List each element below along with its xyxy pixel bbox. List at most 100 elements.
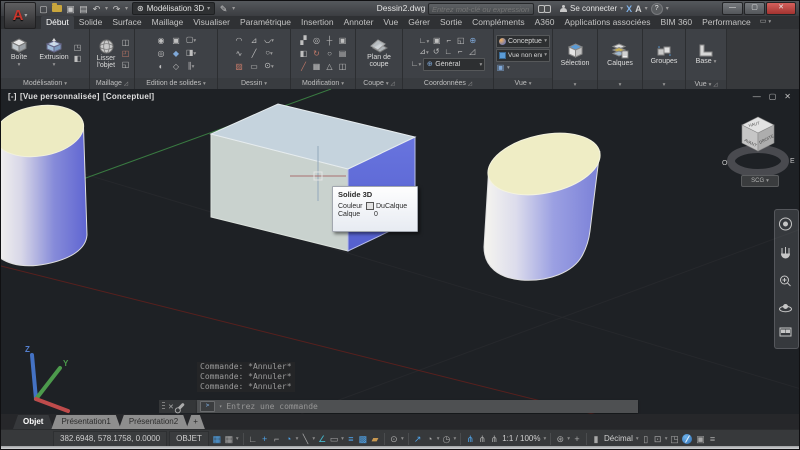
compass-west-label[interactable]: O xyxy=(722,160,728,167)
explode-icon[interactable]: △ xyxy=(325,62,334,72)
viewport-canvas[interactable]: Z Y X xyxy=(1,89,799,414)
panel-label-coordonnees[interactable]: Coordonnées ◿ xyxy=(403,78,493,89)
point-icon[interactable]: ⊙▾ xyxy=(264,61,273,72)
drawing-restore-button[interactable]: ▢ xyxy=(769,92,777,101)
signin-button[interactable]: Se connecter xyxy=(570,4,617,13)
panel-label-coupe[interactable]: Coupe ▾ ◿ xyxy=(356,78,402,89)
annotation-space-icon[interactable]: ▰ xyxy=(369,432,381,446)
erase-icon[interactable]: ◧ xyxy=(299,49,308,59)
help-button[interactable]: ? xyxy=(650,2,663,15)
tab-gerer[interactable]: Gérer xyxy=(403,16,435,29)
tab-presentation2[interactable]: Présentation2 xyxy=(119,415,188,429)
boite-button[interactable]: Boîte ▾ xyxy=(3,38,35,69)
stretch-icon[interactable]: ▞ xyxy=(299,36,308,46)
tab-visualiser[interactable]: Visualiser xyxy=(188,16,235,29)
tab-a360[interactable]: A360 xyxy=(530,16,560,29)
ribbon-display-toggle[interactable]: ▭ ▾ xyxy=(760,15,771,29)
customize-command-line-icon[interactable] xyxy=(176,402,185,411)
viewport-style-menu[interactable]: [Conceptuel] xyxy=(103,92,154,101)
panel-label-modelisation[interactable]: Modélisation ▾ xyxy=(1,78,89,89)
pan-icon[interactable] xyxy=(780,247,791,259)
ucs-origin-icon[interactable]: ⊕ xyxy=(468,36,477,47)
workspace-gear-icon[interactable]: ⊛ xyxy=(554,432,566,446)
tab-debut[interactable]: Début xyxy=(41,16,74,29)
ucs-world-icon[interactable]: ▣ xyxy=(432,36,441,47)
mesh-options-icon[interactable]: ◱ xyxy=(121,60,130,70)
mesh-crease-icon[interactable]: ◰ xyxy=(121,49,130,59)
viewcube-cube[interactable]: HAUT AVANT DROITE xyxy=(741,116,775,152)
annotation-current-icon[interactable]: ⋔ xyxy=(488,432,500,446)
selection-button[interactable]: Sélection xyxy=(553,29,597,80)
snap-toggle-icon[interactable]: ▦ xyxy=(223,432,235,446)
grid-toggle-icon[interactable]: ▦ xyxy=(211,432,223,446)
taper-faces-icon[interactable]: ◨▾ xyxy=(186,48,196,59)
tab-applications-associees[interactable]: Applications associées xyxy=(559,16,655,29)
compass-east-label[interactable]: E xyxy=(790,158,795,165)
search-input[interactable] xyxy=(429,4,533,14)
visual-style-combo[interactable]: Conceptuel ▾ xyxy=(496,34,550,48)
lisser-objet-button[interactable]: Lisser l'objet xyxy=(92,39,120,69)
showmotion-icon[interactable] xyxy=(779,327,792,337)
drag-handle[interactable] xyxy=(162,402,165,411)
presspull-icon[interactable]: ◧ xyxy=(73,54,82,64)
spline-icon[interactable]: ∿ xyxy=(235,49,244,59)
extrusion-button[interactable]: Extrusion ▾ xyxy=(36,38,72,69)
tab-surface[interactable]: Surface xyxy=(107,16,146,29)
drawing-minimize-button[interactable]: — xyxy=(753,92,761,101)
polar-tracking-icon[interactable]: ◔ xyxy=(283,432,295,446)
arc-options-icon[interactable]: ◡▾ xyxy=(264,35,274,46)
autoscale-icon[interactable]: ◔ xyxy=(424,432,436,446)
union-icon[interactable]: ◉ xyxy=(157,36,166,46)
minimize-button[interactable]: — xyxy=(722,2,743,15)
units-bar-icon[interactable]: ▮ xyxy=(590,432,602,446)
autodesk-exchange-icon[interactable]: X xyxy=(626,4,632,14)
rotate-icon[interactable]: ↻ xyxy=(312,49,321,59)
plot-button[interactable]: ▤ xyxy=(79,3,88,15)
command-input[interactable]: > ▾ Entrez une commande xyxy=(197,400,638,413)
viewcube-ucs-button[interactable]: SCG ▾ xyxy=(741,175,779,187)
shell-icon[interactable]: ∥▾ xyxy=(187,61,196,72)
annotation-monitor-plus-icon[interactable]: + xyxy=(571,432,583,446)
chevron-down-icon[interactable]: ▾ xyxy=(620,5,623,12)
cylinder-right[interactable] xyxy=(482,124,606,281)
application-menu-button[interactable]: A ▾ xyxy=(4,2,36,29)
array-icon[interactable]: ▦ xyxy=(312,62,321,72)
undo-button[interactable]: ↶ xyxy=(92,3,101,15)
graphics-performance-icon[interactable] xyxy=(682,433,693,444)
autodesk-a360-icon[interactable]: A xyxy=(635,4,642,14)
tab-maillage[interactable]: Maillage xyxy=(147,16,189,29)
panel-label-maillage[interactable]: Maillage ◿ xyxy=(90,78,134,89)
lineweight-icon[interactable]: ≡ xyxy=(345,432,357,446)
line-icon[interactable]: ╱ xyxy=(250,49,259,59)
ucs-z-rotate-icon[interactable]: ↺ xyxy=(432,47,441,58)
ucs-x-icon[interactable]: ∟ xyxy=(444,47,453,58)
extrude-faces-icon[interactable]: ▣ xyxy=(172,36,181,46)
panel-label-edition[interactable]: Edition de solides ▾ xyxy=(135,78,217,89)
rectangle-icon[interactable]: ▭ xyxy=(250,62,259,72)
isometric-drafting-icon[interactable]: ╲ xyxy=(299,432,311,446)
tab-sortie[interactable]: Sortie xyxy=(435,16,467,29)
panel-label-vue[interactable]: Vue ▾ xyxy=(494,78,552,89)
panel-expand-calques[interactable]: ▾ xyxy=(598,80,642,89)
panel-label-vue-base[interactable]: Vue ▾ ◿ xyxy=(686,80,726,89)
tab-bim360[interactable]: BIM 360 xyxy=(655,16,697,29)
offset-icon[interactable]: ○ xyxy=(325,49,334,59)
selection-cycling-icon[interactable]: ⊙ xyxy=(388,432,400,446)
units-secondary-icon[interactable]: ▯ xyxy=(640,432,652,446)
tab-vue[interactable]: Vue xyxy=(378,16,403,29)
customization-menu-icon[interactable]: ≡ xyxy=(706,432,718,446)
help-search-box[interactable] xyxy=(428,3,534,15)
navigation-wheel-icon[interactable] xyxy=(779,217,792,231)
coordinates-display[interactable]: 382.6948, 578.1758, 0.0000 xyxy=(53,430,168,447)
hatch-icon[interactable]: ▨ xyxy=(235,62,244,72)
undo-dropdown[interactable]: ▾ xyxy=(105,5,108,12)
annotation-monitor-icon[interactable]: ◷ xyxy=(440,432,452,446)
move-icon[interactable]: ┼ xyxy=(325,36,334,46)
polysolid-icon[interactable]: ◳ xyxy=(73,43,82,53)
viewport-config-icon[interactable]: ▣ xyxy=(496,63,505,73)
base-button[interactable]: Base ▾ xyxy=(686,29,726,80)
tab-objet[interactable]: Objet xyxy=(13,415,53,429)
annotation-all-scales-icon[interactable]: ⋔ xyxy=(476,432,488,446)
save-button[interactable]: ▣ xyxy=(66,3,75,15)
tab-solide[interactable]: Solide xyxy=(74,16,108,29)
